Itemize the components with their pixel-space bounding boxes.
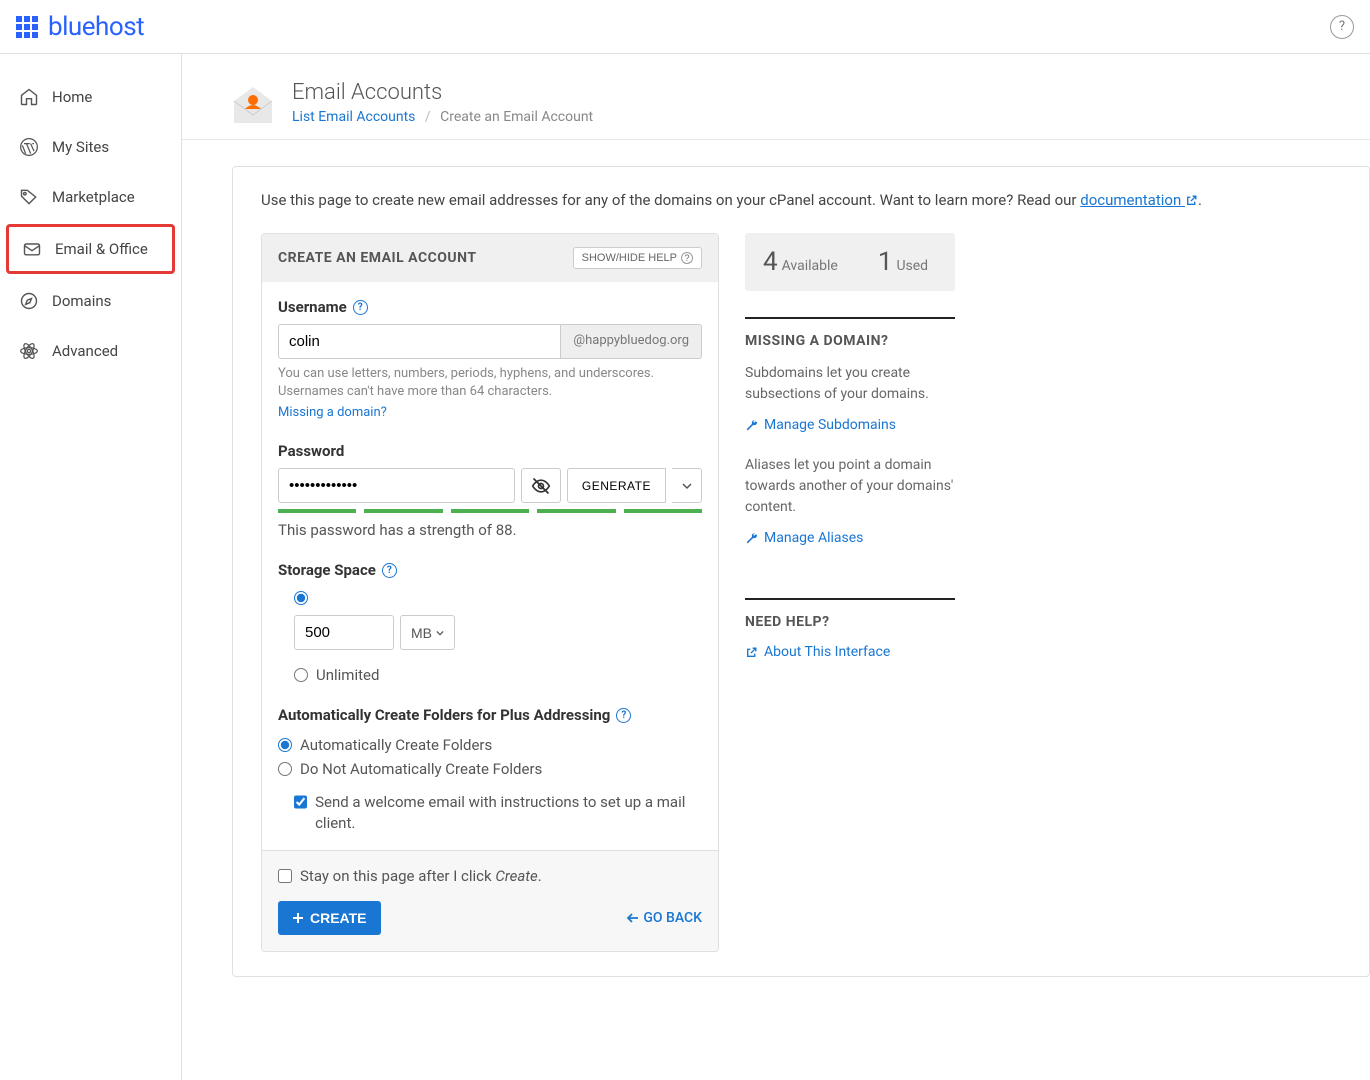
intro-text: Use this page to create new email addres… bbox=[261, 191, 1341, 209]
welcome-email-label: Send a welcome email with instructions t… bbox=[315, 792, 702, 834]
storage-fixed-radio[interactable] bbox=[294, 591, 308, 605]
mail-icon bbox=[21, 238, 43, 260]
sidebar: Home My Sites Marketplace Email & Office… bbox=[0, 54, 182, 1080]
sidebar-item-label: Home bbox=[52, 88, 92, 106]
home-icon bbox=[18, 86, 40, 108]
generate-dropdown-button[interactable] bbox=[672, 468, 702, 503]
showhide-help-button[interactable]: SHOW/HIDE HELP ? bbox=[573, 247, 702, 269]
need-help-heading: NEED HELP? bbox=[745, 614, 955, 630]
sidebar-item-home[interactable]: Home bbox=[0, 72, 181, 122]
folders-auto-label: Automatically Create Folders bbox=[300, 736, 492, 754]
question-icon[interactable]: ? bbox=[382, 563, 397, 578]
breadcrumb-list-link[interactable]: List Email Accounts bbox=[292, 109, 415, 125]
wordpress-icon bbox=[18, 136, 40, 158]
wrench-icon bbox=[745, 419, 758, 432]
manage-aliases-link[interactable]: Manage Aliases bbox=[745, 530, 955, 546]
question-icon[interactable]: ? bbox=[616, 708, 631, 723]
password-strength-meter bbox=[278, 509, 702, 513]
main-content: Email Accounts List Email Accounts / Cre… bbox=[182, 54, 1370, 1080]
content-panel: Use this page to create new email addres… bbox=[232, 166, 1370, 977]
sidebar-item-advanced[interactable]: Advanced bbox=[0, 326, 181, 376]
card-title: CREATE AN EMAIL ACCOUNT bbox=[278, 250, 477, 266]
apps-grid-icon[interactable] bbox=[16, 16, 38, 38]
username-hint: You can use letters, numbers, periods, h… bbox=[278, 365, 702, 401]
sidebar-item-label: Marketplace bbox=[52, 188, 135, 206]
question-icon: ? bbox=[681, 252, 693, 264]
eye-off-icon bbox=[531, 476, 551, 496]
welcome-email-checkbox[interactable] bbox=[294, 795, 307, 809]
storage-unlimited-radio[interactable] bbox=[294, 668, 308, 682]
sidebar-item-label: My Sites bbox=[52, 138, 109, 156]
sidebar-item-marketplace[interactable]: Marketplace bbox=[0, 172, 181, 222]
top-bar: bluehost ? bbox=[0, 0, 1370, 54]
unlimited-label: Unlimited bbox=[316, 666, 379, 684]
help-icon[interactable]: ? bbox=[1330, 15, 1354, 39]
create-email-card: CREATE AN EMAIL ACCOUNT SHOW/HIDE HELP ?… bbox=[261, 233, 719, 952]
question-icon[interactable]: ? bbox=[353, 300, 368, 315]
sidebar-item-label: Advanced bbox=[52, 342, 118, 360]
breadcrumb-current: Create an Email Account bbox=[440, 109, 593, 125]
documentation-link[interactable]: documentation bbox=[1080, 191, 1198, 209]
stay-label: Stay on this page after I click Create. bbox=[300, 867, 542, 885]
sidebar-item-label: Domains bbox=[52, 292, 111, 310]
stat-used: 1Used bbox=[878, 247, 928, 277]
go-back-link[interactable]: GO BACK bbox=[627, 910, 702, 926]
generate-password-button[interactable]: GENERATE bbox=[567, 468, 666, 503]
sidebar-item-mysites[interactable]: My Sites bbox=[0, 122, 181, 172]
plus-icon bbox=[292, 912, 304, 924]
brand-logo: bluehost bbox=[48, 12, 144, 42]
about-interface-link[interactable]: About This Interface bbox=[745, 644, 955, 660]
toggle-password-visibility-button[interactable] bbox=[521, 468, 561, 503]
password-input[interactable] bbox=[278, 468, 515, 503]
storage-amount-input[interactable] bbox=[294, 615, 394, 650]
page-title: Email Accounts bbox=[292, 80, 593, 105]
folders-auto-radio[interactable] bbox=[278, 738, 292, 752]
password-label: Password bbox=[278, 442, 702, 460]
card-header: CREATE AN EMAIL ACCOUNT SHOW/HIDE HELP ? bbox=[262, 234, 718, 282]
storage-unit-dropdown[interactable]: MB bbox=[400, 615, 455, 650]
caret-down-icon bbox=[436, 629, 444, 637]
sidebar-item-domains[interactable]: Domains bbox=[0, 276, 181, 326]
domain-addon: @happybluedog.org bbox=[561, 324, 702, 359]
create-button[interactable]: CREATE bbox=[278, 901, 381, 935]
alias-text: Aliases let you point a domain towards a… bbox=[745, 455, 955, 518]
arrow-left-icon bbox=[627, 912, 639, 924]
stat-available: 4Available bbox=[763, 247, 838, 277]
folders-label: Automatically Create Folders for Plus Ad… bbox=[278, 706, 702, 724]
storage-label: Storage Space ? bbox=[278, 561, 702, 579]
card-footer: Stay on this page after I click Create. … bbox=[262, 850, 718, 951]
breadcrumb: List Email Accounts / Create an Email Ac… bbox=[292, 109, 593, 125]
tag-icon bbox=[18, 186, 40, 208]
folders-no-radio[interactable] bbox=[278, 762, 292, 776]
username-input[interactable] bbox=[278, 324, 561, 359]
caret-down-icon bbox=[682, 481, 692, 491]
external-link-icon bbox=[745, 646, 758, 659]
username-label: Username ? bbox=[278, 298, 702, 316]
email-accounts-icon bbox=[232, 85, 274, 121]
compass-icon bbox=[18, 290, 40, 312]
manage-subdomains-link[interactable]: Manage Subdomains bbox=[745, 417, 955, 433]
page-header: Email Accounts List Email Accounts / Cre… bbox=[182, 54, 1370, 140]
sidebar-item-email[interactable]: Email & Office bbox=[6, 224, 175, 274]
sidebar-item-label: Email & Office bbox=[55, 240, 148, 258]
atom-icon bbox=[18, 340, 40, 362]
missing-domain-link[interactable]: Missing a domain? bbox=[278, 405, 387, 420]
password-strength-text: This password has a strength of 88. bbox=[278, 521, 702, 539]
subdomain-text: Subdomains let you create subsections of… bbox=[745, 363, 955, 405]
stay-on-page-checkbox[interactable] bbox=[278, 869, 292, 883]
side-column: 4Available 1Used MISSING A DOMAIN? Subdo… bbox=[745, 233, 955, 682]
stats-box: 4Available 1Used bbox=[745, 233, 955, 291]
wrench-icon bbox=[745, 532, 758, 545]
folders-no-label: Do Not Automatically Create Folders bbox=[300, 760, 542, 778]
missing-domain-heading: MISSING A DOMAIN? bbox=[745, 333, 955, 349]
